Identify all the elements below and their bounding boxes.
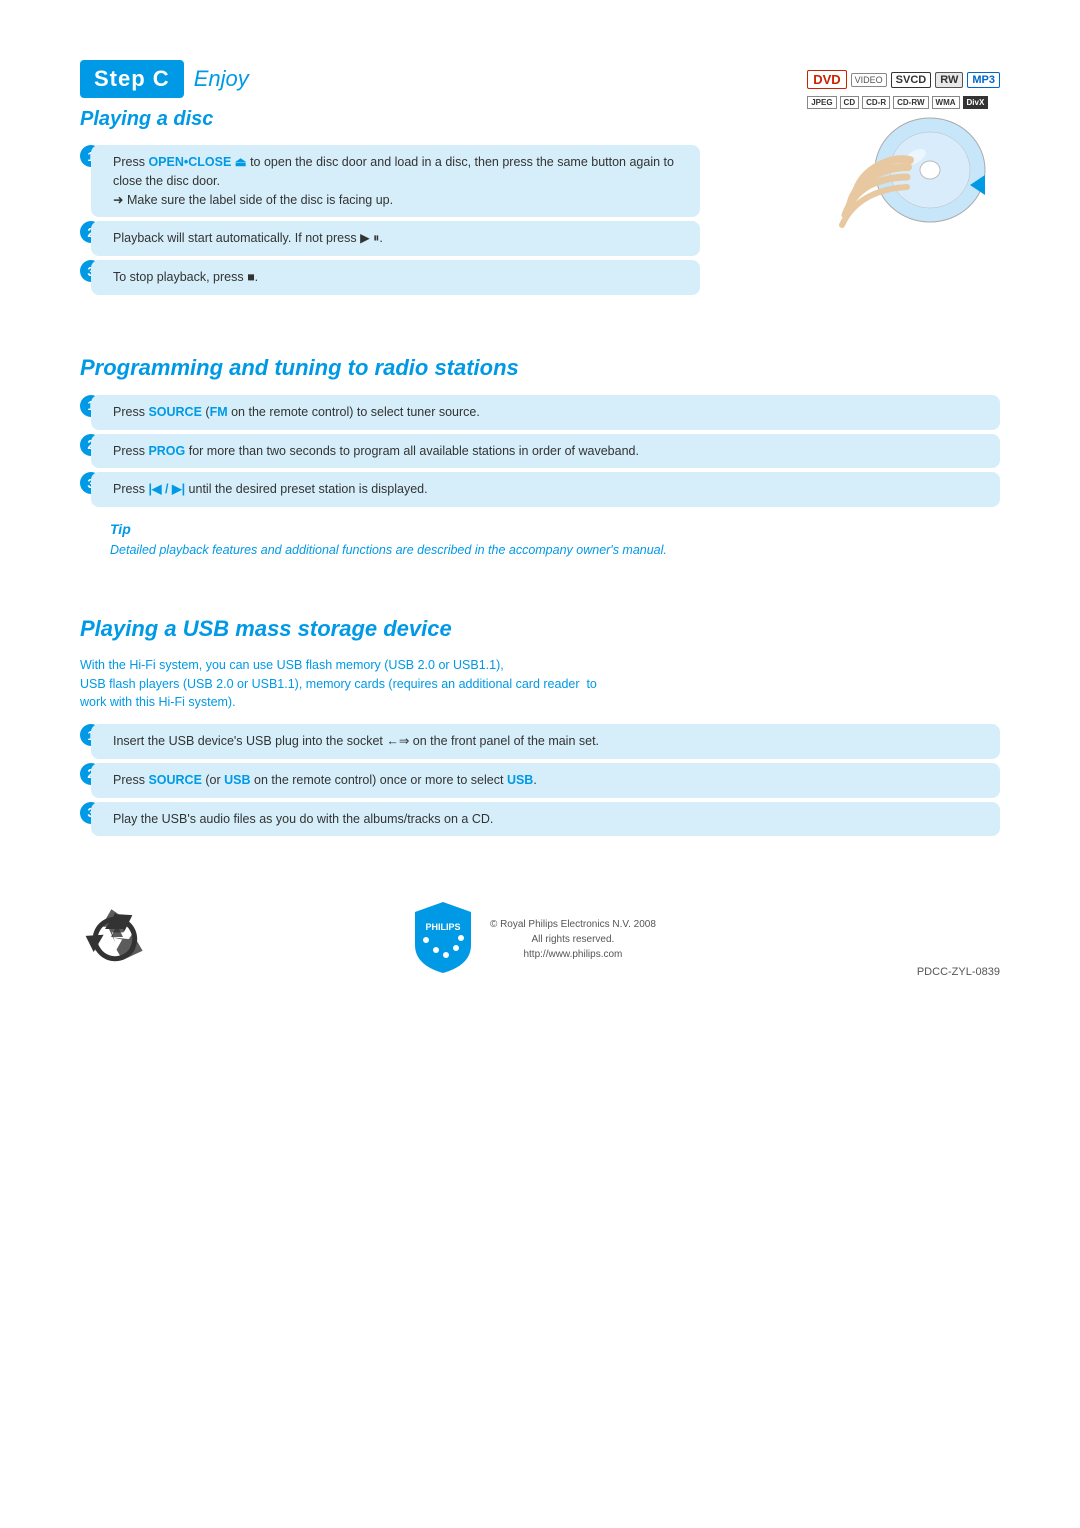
disc-step-1-content: Press OPEN•CLOSE ⏏ to open the disc door…: [91, 145, 700, 217]
radio-step-2-content: Press PROG for more than two seconds to …: [91, 434, 1000, 469]
website-url: http://www.philips.com: [523, 949, 622, 960]
enjoy-label: Enjoy: [194, 66, 249, 92]
tip-title: Tip: [110, 521, 1000, 537]
usb-step-2-content: Press SOURCE (or USB on the remote contr…: [91, 763, 1000, 798]
disc-step-2-content: Playback will start automatically. If no…: [91, 221, 700, 256]
svg-text:PHILIPS: PHILIPS: [425, 922, 460, 932]
source-label-1: SOURCE: [148, 405, 201, 419]
radio-step-1: 1 Press SOURCE (FM on the remote control…: [80, 395, 1000, 430]
disc-step-3: 3 To stop playback, press ■.: [80, 260, 700, 295]
copyright-line1: © Royal Philips Electronics N.V. 2008: [490, 919, 656, 930]
radio-section: Programming and tuning to radio stations…: [80, 339, 1000, 570]
cd-badge: CD: [840, 96, 860, 109]
usb-label-2: USB: [507, 773, 533, 787]
disc-step-2: 2 Playback will start automatically. If …: [80, 221, 700, 256]
usb-step-1-content: Insert the USB device's USB plug into th…: [91, 724, 1000, 759]
disc-illustration: [800, 115, 1000, 245]
playing-disc-title: Playing a disc: [80, 108, 700, 131]
jpeg-badge: JPEG: [807, 96, 836, 109]
prog-label: PROG: [148, 444, 185, 458]
usb-title: Playing a USB mass storage device: [80, 616, 1000, 642]
dvd-badge: DVD: [807, 70, 846, 89]
disc-label-note: Make sure the label side of the disc is …: [113, 193, 393, 207]
philips-shield: PHILIPS: [411, 900, 476, 978]
badges-row2: JPEG CD CD-R CD-RW WMA DivX: [807, 96, 988, 109]
step-header: Step C Enjoy: [80, 60, 700, 98]
copyright-line2: All rights reserved.: [532, 934, 615, 945]
cdr-badge: CD-R: [862, 96, 890, 109]
source-label-2: SOURCE: [148, 773, 201, 787]
radio-title: Programming and tuning to radio stations: [80, 355, 1000, 381]
cdrw-badge: CD-RW: [893, 96, 928, 109]
disc-step-3-content: To stop playback, press ■.: [91, 260, 700, 295]
product-code: PDCC-ZYL-0839: [917, 966, 1000, 978]
usb-step-3: 3 Play the USB's audio files as you do w…: [80, 802, 1000, 837]
tip-section: Tip Detailed playback features and addit…: [110, 521, 1000, 560]
philips-logo-area: PHILIPS © Royal Philips Electronics N.V.…: [411, 900, 656, 978]
usb-step-1: 1 Insert the USB device's USB plug into …: [80, 724, 1000, 759]
video-badge: VIDEO: [851, 73, 887, 87]
svcd-badge: SVCD: [891, 72, 932, 88]
right-panel: DVD VIDEO SVCD RW MP3 JPEG CD CD-R CD-RW…: [700, 60, 1000, 245]
prev-next-label: |◀ / ▶|: [148, 482, 185, 496]
radio-step-1-content: Press SOURCE (FM on the remote control) …: [91, 395, 1000, 430]
usb-label-1: USB: [224, 773, 250, 787]
copyright-block: © Royal Philips Electronics N.V. 2008 Al…: [490, 917, 656, 962]
fm-label: FM: [210, 405, 228, 419]
recycle-logo: [80, 904, 150, 974]
footer: PHILIPS © Royal Philips Electronics N.V.…: [80, 880, 1000, 978]
disc-step-1: 1 Press OPEN•CLOSE ⏏ to open the disc do…: [80, 145, 700, 217]
divx-badge: DivX: [963, 96, 989, 109]
usb-section: Playing a USB mass storage device With t…: [80, 600, 1000, 841]
usb-intro: With the Hi-Fi system, you can use USB f…: [80, 656, 1000, 712]
copyright-text: © Royal Philips Electronics N.V. 2008 Al…: [490, 917, 656, 962]
rw-badge: RW: [935, 72, 963, 88]
tip-text: Detailed playback features and additiona…: [110, 541, 1000, 560]
usb-step-3-content: Play the USB's audio files as you do wit…: [91, 802, 1000, 837]
badges-row1: DVD VIDEO SVCD RW MP3: [807, 70, 1000, 89]
radio-step-3: 3 Press |◀ / ▶| until the desired preset…: [80, 472, 1000, 507]
radio-step-2: 2 Press PROG for more than two seconds t…: [80, 434, 1000, 469]
step-c-label: Step C: [80, 60, 184, 98]
radio-step-3-content: Press |◀ / ▶| until the desired preset s…: [91, 472, 1000, 507]
usb-step-2: 2 Press SOURCE (or USB on the remote con…: [80, 763, 1000, 798]
open-close-label: OPEN•CLOSE ⏏: [148, 155, 246, 169]
mp3-badge: MP3: [967, 72, 1000, 88]
wma-badge: WMA: [932, 96, 960, 109]
